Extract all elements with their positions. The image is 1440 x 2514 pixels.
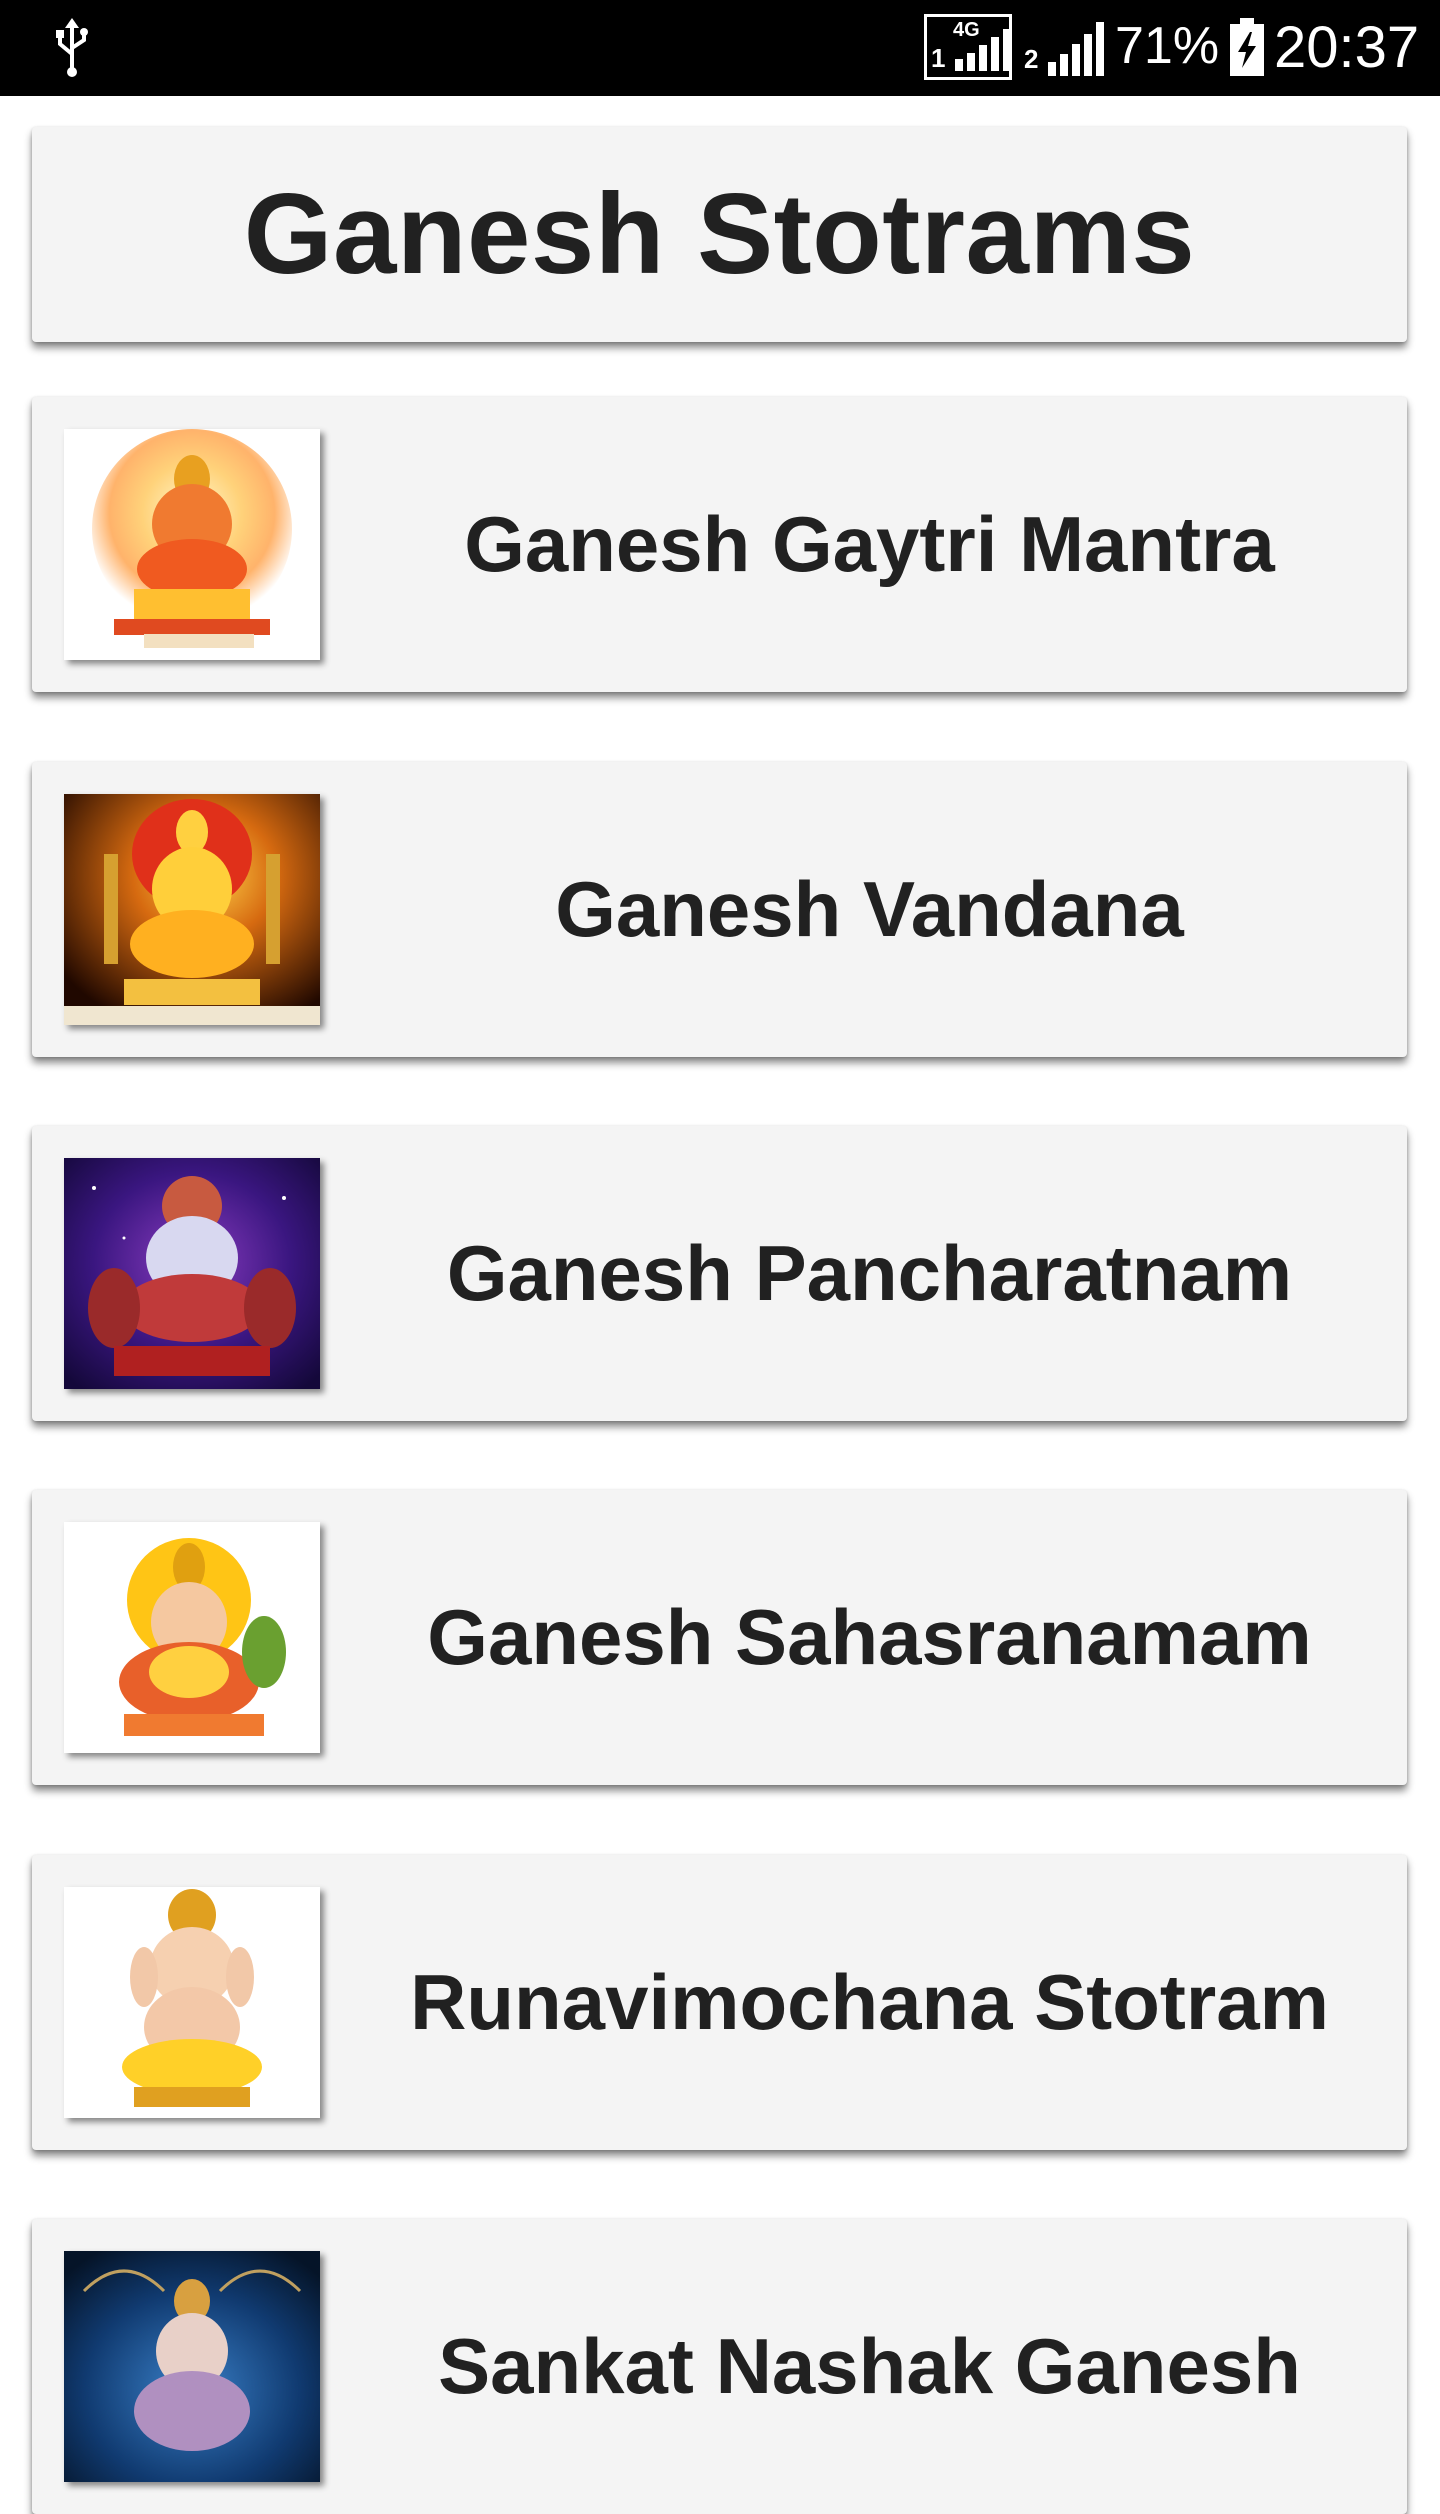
list-item-runavimochana-stotram[interactable]: Runavimochana Stotram <box>32 1855 1407 2150</box>
clock: 20:37 <box>1274 15 1420 80</box>
usb-icon <box>56 18 88 77</box>
ganesh-image-golden <box>64 794 320 1025</box>
signal-sim2-icon: 2 <box>1020 14 1106 80</box>
battery-percent: 71% <box>1115 17 1220 75</box>
status-bar: 4G 1 2 71% 20:37 <box>0 0 1440 96</box>
list-item-label: Ganesh Sahasranamam <box>427 1593 1312 1681</box>
ganesh-image-sun <box>64 1522 320 1753</box>
signal-sim1-icon: 4G 1 <box>924 14 1012 80</box>
list-item-ganesh-sahasranamam[interactable]: Ganesh Sahasranamam <box>32 1490 1407 1785</box>
ganesh-image-cosmic <box>64 1158 320 1389</box>
header-card: Ganesh Stotrams <box>32 127 1407 342</box>
battery-charging-icon <box>1230 18 1264 76</box>
list-item-ganesh-pancharatnam[interactable]: Ganesh Pancharatnam <box>32 1126 1407 1421</box>
page-title: Ganesh Stotrams <box>243 171 1196 298</box>
ganesh-image-white <box>64 1887 320 2118</box>
sim1-number: 1 <box>931 43 946 73</box>
ganesh-image-halo <box>64 429 320 660</box>
list-item-ganesh-gaytri-mantra[interactable]: Ganesh Gaytri Mantra <box>32 397 1407 692</box>
list-item-label: Sankat Nashak Ganesh <box>438 2322 1301 2410</box>
list-item-label: Ganesh Gaytri Mantra <box>464 500 1275 588</box>
list-item-sankat-nashak-ganesh[interactable]: Sankat Nashak Ganesh <box>32 2219 1407 2514</box>
list-item-ganesh-vandana[interactable]: Ganesh Vandana <box>32 762 1407 1057</box>
sim2-number: 2 <box>1024 44 1039 74</box>
list-item-label: Runavimochana Stotram <box>410 1958 1329 2046</box>
list-item-label: Ganesh Vandana <box>555 865 1184 953</box>
list-item-label: Ganesh Pancharatnam <box>446 1229 1293 1317</box>
ganesh-image-blue <box>64 2251 320 2482</box>
